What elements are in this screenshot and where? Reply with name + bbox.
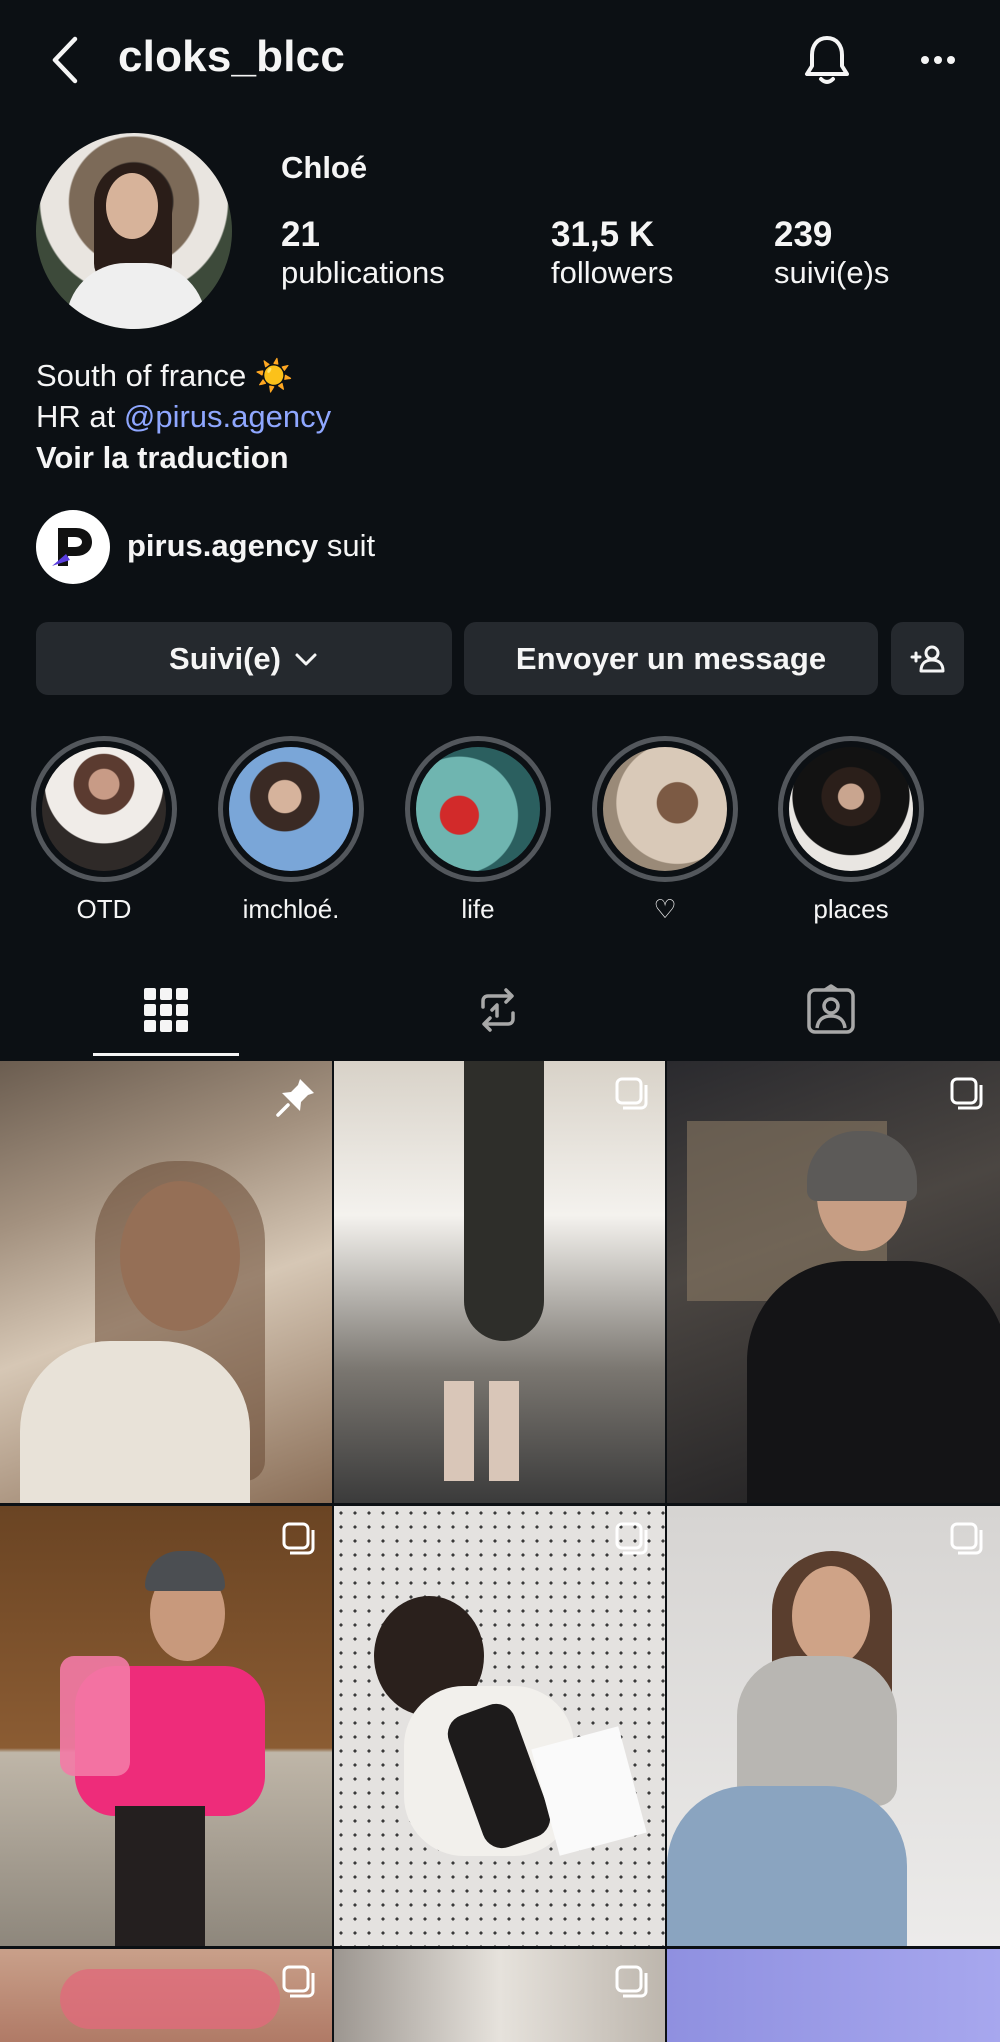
post-thumbnail[interactable] [0,1061,332,1503]
chevron-down-icon [295,653,317,665]
post-thumbnail[interactable] [667,1506,1000,1946]
carousel-icon [615,1965,648,1998]
followed-by-avatar[interactable] [36,510,110,584]
bio-line: South of france ☀️ [36,358,294,393]
followed-by-suffix: suit [318,528,376,563]
carousel-icon [615,1522,648,1555]
post-thumbnail[interactable] [0,1949,332,2042]
message-button[interactable]: Envoyer un message [464,622,878,695]
post-thumbnail[interactable] [667,1061,1000,1503]
stat-label: suivi(e)s [774,255,890,290]
reposts-icon [481,988,515,1032]
highlight-label: life [461,893,495,924]
carousel-icon [950,1077,983,1110]
bio-line: HR at @pirus.agency [36,396,331,437]
carousel-icon [950,1522,983,1555]
carousel-icon [282,1965,315,1998]
tagged-icon [807,984,855,1034]
tab-tagged[interactable] [751,970,911,1050]
tab-posts-grid[interactable] [86,970,246,1050]
followed-by-account: pirus.agency [127,528,319,563]
carousel-icon [615,1077,648,1110]
post-thumbnail[interactable] [334,1949,665,2042]
carousel-icon [282,1522,315,1555]
post-thumbnail[interactable] [334,1061,665,1503]
highlight-ring [778,736,924,882]
highlight-cover [229,747,353,871]
highlight-imchloe[interactable]: imchloé. [218,736,364,926]
bio-text: HR at [36,399,124,434]
stat-value: 239 [774,215,833,254]
notifications-button[interactable] [797,30,857,90]
tab-reposts[interactable] [418,970,578,1050]
highlight-life[interactable]: life [405,736,551,926]
highlight-label: ♡ [653,893,677,924]
highlight-ring [31,736,177,882]
see-translation-link[interactable]: Voir la traduction [36,437,331,478]
highlight-label: imchloé. [242,893,340,924]
add-person-icon [910,645,944,672]
stat-value: 21 [281,215,320,254]
pirus-logo-icon [52,528,92,566]
message-button-label: Envoyer un message [515,640,827,676]
post-thumbnail[interactable] [0,1506,332,1946]
chevron-left-icon [52,36,78,84]
highlight-label: places [813,893,889,924]
highlight-cover [789,747,913,871]
suggest-users-button[interactable] [891,622,964,695]
profile-username: cloks_blcc [118,32,346,81]
stat-label: publications [281,255,445,290]
post-thumbnail[interactable] [667,1949,1000,2042]
profile-avatar[interactable] [36,133,232,329]
stat-followers[interactable]: 31,5 K followers [551,215,673,291]
highlight-cover [42,747,166,871]
back-button[interactable] [40,30,90,90]
highlight-label: OTD [76,893,132,924]
stat-following[interactable]: 239 suivi(e)s [774,215,889,291]
highlight-ring [592,736,738,882]
pin-icon [276,1079,314,1117]
grid-icon [144,988,188,1032]
profile-bio: South of france ☀️ HR at @pirus.agency V… [36,355,331,478]
following-button[interactable]: Suivi(e) [36,622,452,695]
highlight-ring [405,736,551,882]
avatar-clothing [66,263,206,329]
highlight-ring [218,736,364,882]
highlight-heart[interactable]: ♡ [592,736,738,926]
highlight-cover [416,747,540,871]
display-name: Chloé [281,150,368,185]
following-button-label: Suivi(e) [169,640,281,676]
bio-mention-link[interactable]: @pirus.agency [124,399,331,434]
stat-publications[interactable]: 21 publications [281,215,445,291]
active-tab-indicator [93,1053,239,1056]
highlight-cover [603,747,727,871]
followed-by-text[interactable]: pirus.agency suit [127,528,375,564]
post-thumbnail[interactable] [334,1506,665,1946]
avatar-face [106,173,158,239]
stat-label: followers [551,255,674,290]
highlight-places[interactable]: places [778,736,924,926]
more-options-button[interactable] [908,30,968,90]
stat-value: 31,5 K [551,215,655,254]
highlight-otd[interactable]: OTD [31,736,177,926]
bell-icon [805,36,849,84]
more-horizontal-icon [921,56,955,64]
